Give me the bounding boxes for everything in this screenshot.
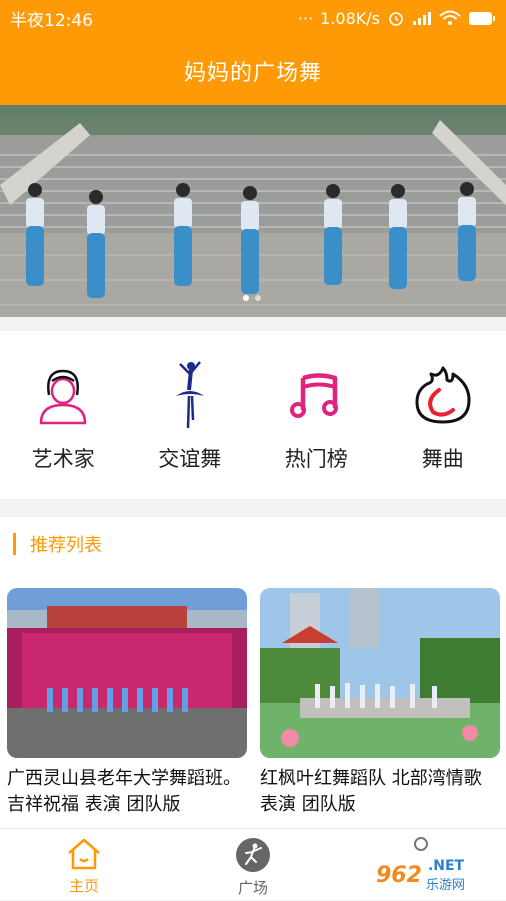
profile-icon[interactable] <box>414 837 428 851</box>
network-speed: 1.08K/s <box>320 9 380 28</box>
tab-label: 广场 <box>238 877 268 898</box>
hero-banner[interactable] <box>0 105 506 317</box>
signal-icon <box>412 10 432 26</box>
section-title: 推荐列表 <box>30 531 102 557</box>
alarm-icon <box>387 9 405 27</box>
video-thumbnail[interactable] <box>260 588 500 758</box>
dancer-icon <box>235 837 271 873</box>
home-icon <box>66 837 102 871</box>
ballet-dancer-icon <box>158 363 222 427</box>
music-note-icon <box>284 363 348 427</box>
carousel-indicator[interactable] <box>243 295 261 301</box>
category-artist[interactable]: 艺术家 <box>0 331 127 499</box>
carousel-dot[interactable] <box>243 295 249 301</box>
category-grid: 艺术家 交谊舞 热门榜 <box>0 331 506 499</box>
tab-home[interactable]: 主页 <box>34 829 134 901</box>
video-thumbnail[interactable] <box>7 588 247 758</box>
category-label: 艺术家 <box>32 443 95 473</box>
battery-icon <box>468 11 496 26</box>
video-card[interactable]: 红枫叶红舞蹈队 北部湾情歌 表演 团队版 <box>260 588 500 818</box>
carousel-dot[interactable] <box>255 295 261 301</box>
more-icon: ··· <box>298 9 313 28</box>
category-label: 热门榜 <box>285 443 348 473</box>
status-bar: 半夜12:46 ··· 1.08K/s <box>0 0 506 36</box>
status-time: 半夜12:46 <box>10 6 93 31</box>
watermark-text: .NET 乐游网 <box>426 858 465 893</box>
category-hot-chart[interactable]: 热门榜 <box>253 331 380 499</box>
artist-icon <box>31 363 95 427</box>
recommend-header: 推荐列表 <box>0 517 506 570</box>
category-ballroom-dance[interactable]: 交谊舞 <box>127 331 254 499</box>
recommend-list: 广西灵山县老年大学舞蹈班。吉祥祝福 表演 团队版 <box>0 570 506 828</box>
watermark-sub: 乐游网 <box>426 874 465 893</box>
category-label: 舞曲 <box>422 443 464 473</box>
flame-icon <box>411 363 475 427</box>
wifi-icon <box>439 10 461 26</box>
video-title[interactable]: 红枫叶红舞蹈队 北部湾情歌 表演 团队版 <box>260 766 500 818</box>
watermark-logo: 962 .NET 乐游网 <box>370 853 500 897</box>
category-label: 交谊舞 <box>158 443 221 473</box>
section-accent-bar <box>13 533 16 555</box>
video-title[interactable]: 广西灵山县老年大学舞蹈班。吉祥祝福 表演 团队版 <box>7 766 247 818</box>
tab-square[interactable]: 广场 <box>203 829 303 901</box>
watermark-brand: 962 <box>376 863 422 888</box>
category-dance-music[interactable]: 舞曲 <box>380 331 506 499</box>
status-icons: ··· 1.08K/s <box>298 9 496 28</box>
video-card[interactable]: 广西灵山县老年大学舞蹈班。吉祥祝福 表演 团队版 <box>7 588 247 818</box>
page-title: 妈妈的广场舞 <box>184 55 322 87</box>
tab-label: 主页 <box>69 875 99 896</box>
app-title-bar: 妈妈的广场舞 <box>0 36 506 105</box>
watermark-net: .NET <box>428 858 465 874</box>
banner-image <box>0 105 506 317</box>
